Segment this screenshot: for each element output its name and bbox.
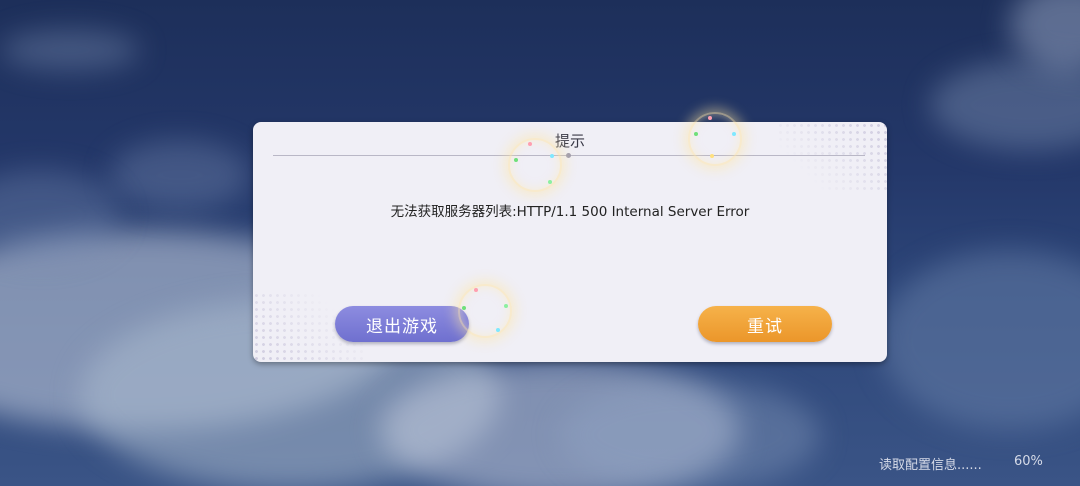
cloud [110, 140, 250, 210]
exit-game-button[interactable]: 退出游戏 [335, 306, 469, 342]
error-dialog: 提示 无法获取服务器列表:HTTP/1.1 500 Internal Serve… [253, 122, 887, 362]
game-background: 提示 无法获取服务器列表:HTTP/1.1 500 Internal Serve… [0, 0, 1080, 486]
cloud [560, 380, 820, 486]
sparkle-dot [710, 154, 714, 158]
loading-status-text: 读取配置信息...... [879, 458, 982, 473]
cloud [880, 250, 1080, 430]
sparkle-dot [474, 288, 478, 292]
sparkle-dot [732, 132, 736, 136]
sparkle-dot [514, 158, 518, 162]
retry-button[interactable]: 重试 [698, 306, 832, 342]
sparkle-dot [528, 142, 532, 146]
error-message: 无法获取服务器列表:HTTP/1.1 500 Internal Server E… [390, 204, 750, 220]
divider-dot [566, 153, 571, 158]
sparkle-dot [496, 328, 500, 332]
sparkle-dot [708, 116, 712, 120]
sparkle-effect-icon [458, 284, 512, 338]
loading-percent: 60% [1014, 454, 1043, 469]
sparkle-effect-icon [688, 112, 742, 166]
sparkle-effect-icon [508, 138, 562, 192]
sparkle-dot [504, 304, 508, 308]
exit-game-label: 退出游戏 [366, 316, 438, 337]
sparkle-dot [694, 132, 698, 136]
sparkle-dot [462, 306, 466, 310]
cloud [0, 30, 140, 70]
sparkle-dot [548, 180, 552, 184]
sparkle-dot [550, 154, 554, 158]
dialog-title: 提示 [554, 132, 585, 150]
cloud [930, 60, 1080, 150]
retry-label: 重试 [747, 316, 783, 337]
